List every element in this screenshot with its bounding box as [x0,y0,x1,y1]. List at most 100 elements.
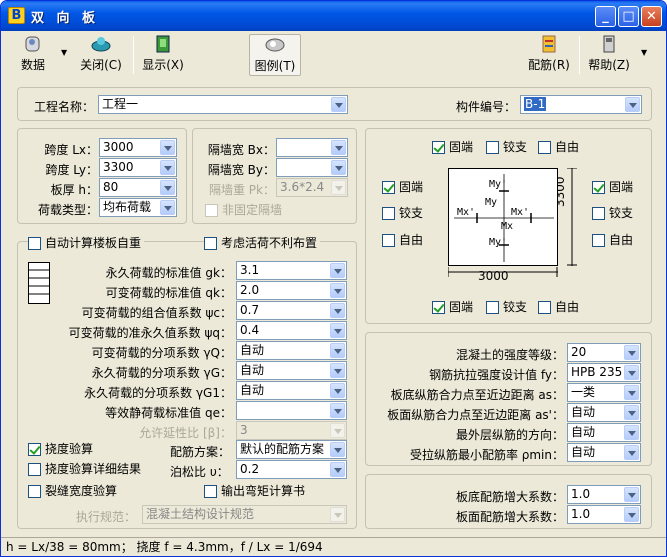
top-free-checkbox[interactable]: 自由 [538,141,579,154]
chevron-down-icon [624,487,639,502]
close-window-button[interactable]: ✕ [641,6,662,27]
slab-diagram: My' My Mx' Mx' Mx My' [448,168,558,266]
bottom-hinged-checkbox[interactable]: 铰支 [486,301,527,314]
top-hinged-checkbox[interactable]: 铰支 [486,141,527,154]
status-bar: h = Lx/38 = 80mm； 挠度 f = 4.3mm，f / Lx = … [1,537,666,556]
by-label: 隔墙宽 By： [207,163,275,177]
ly-combo[interactable]: 3300 [99,158,177,177]
beta-label: 允许延性比 [β]： [139,426,232,440]
my-top-label: My' [489,179,508,190]
chevron-down-icon [160,140,175,155]
materials-panel: 混凝土的强度等级： 20 钢筋抗拉强度设计值 fy： HPB 235 板底纵筋合… [365,332,652,466]
by-combo[interactable] [276,158,348,177]
checkbox-box [486,141,499,154]
toolbar-separator [133,36,134,74]
bottom-free-checkbox[interactable]: 自由 [538,301,579,314]
checkbox-box [486,301,499,314]
poisson-combo[interactable]: 0.2 [236,460,347,479]
main-window: B 双 向 板 _ □ ✕ 数据 ▼ 关闭(C) 显示(X) 图例(T) 配筋(… [0,0,667,557]
right-hinged-checkbox[interactable]: 铰支 [592,207,633,220]
deflection-checkbox[interactable]: 挠度验算 [28,443,93,456]
load-type-combo[interactable]: 均布荷载 [99,198,177,217]
checkbox-box [538,301,551,314]
data-button[interactable]: 数据 [13,34,53,76]
project-name-combo[interactable]: 工程一 [98,95,348,114]
direction-combo[interactable]: 自动 [567,423,641,442]
display-button[interactable]: 显示(X) [139,34,187,76]
right-fixed-checkbox[interactable]: 固端 [592,181,633,194]
minimize-button[interactable]: _ [595,6,616,27]
output-moment-checkbox[interactable]: 输出弯矩计算书 [204,485,305,498]
chevron-down-icon [624,345,639,360]
psic-combo[interactable]: 0.7 [236,301,347,320]
nonfixed-wall-checkbox[interactable]: 非固定隔墙 [205,204,282,217]
window-title: 双 向 板 [31,11,100,26]
checkbox-box [28,485,41,498]
mx-right-label: Mx' [511,207,530,218]
wall-panel: 隔墙宽 Bx： 隔墙宽 By： 隔墙重 Pk： 3.6*2.4 非固定隔墙 [192,128,357,224]
gq-combo[interactable]: 自动 [236,341,347,360]
qe-combo[interactable] [236,401,347,420]
lx-combo[interactable]: 3000 [99,138,177,157]
live-unfavorable-checkbox[interactable]: 考虑活荷不利布置 [204,237,321,250]
fy-combo[interactable]: HPB 235 [567,363,641,382]
crack-checkbox[interactable]: 裂缝宽度验算 [28,485,117,498]
psiq-label: 可变荷载的准永久值系数 ψq： [68,326,232,340]
right-free-checkbox[interactable]: 自由 [592,234,633,247]
help-dropdown-arrow[interactable]: ▼ [641,48,647,57]
chevron-down-icon [624,365,639,380]
gg-combo[interactable]: 自动 [236,361,347,380]
scheme-combo[interactable]: 默认的配筋方案 [236,440,347,459]
rebar-button[interactable]: 配筋(R) [523,34,575,76]
top-fixed-checkbox[interactable]: 固端 [432,141,473,154]
data-dropdown-arrow[interactable]: ▼ [61,48,67,57]
checkbox-box [204,237,217,250]
concrete-combo[interactable]: 20 [567,343,641,362]
left-hinged-checkbox[interactable]: 铰支 [382,207,423,220]
as-combo[interactable]: 一类 [567,383,641,402]
pk-label: 隔墙重 Pk： [208,183,275,197]
bottom-amplify-combo[interactable]: 1.0 [567,485,641,504]
pk-combo[interactable]: 3.6*2.4 [276,178,348,197]
project-name-label: 工程名称： [34,100,95,114]
bx-combo[interactable] [276,138,348,157]
qk-combo[interactable]: 2.0 [236,281,347,300]
gg1-label: 永久荷载的分项系数 γG1： [84,386,232,400]
code-combo[interactable]: 混凝土结构设计规范 [142,505,347,524]
title-bar[interactable]: B 双 向 板 _ □ ✕ [1,1,666,31]
loads-panel: 永久荷载的标准值 gk： 3.1 可变荷载的标准值 qk： 2.0 可变荷载的组… [17,241,357,529]
rho-combo[interactable]: 自动 [567,443,641,462]
chevron-down-icon [330,343,345,358]
help-button[interactable]: 帮助(Z) [587,34,631,76]
top-amplify-combo[interactable]: 1.0 [567,505,641,524]
gg1-combo[interactable]: 自动 [236,381,347,400]
auto-self-weight-checkbox[interactable]: 自动计算楼板自重 [28,237,145,250]
chevron-down-icon [160,200,175,215]
chevron-down-icon [330,363,345,378]
left-fixed-checkbox[interactable]: 固端 [382,181,423,194]
psiq-combo[interactable]: 0.4 [236,321,347,340]
gk-combo[interactable]: 3.1 [236,261,347,280]
legend-button[interactable]: 图例(T) [249,34,301,76]
amplify-panel: 板底配筋增大系数： 1.0 板面配筋增大系数： 1.0 [365,474,652,529]
deflection-detail-checkbox[interactable]: 挠度验算详细结果 [28,463,141,476]
chevron-down-icon [625,97,640,112]
beta-combo[interactable]: 3 [236,421,347,440]
lx-label: 跨度 Lx： [44,143,98,157]
left-free-checkbox[interactable]: 自由 [382,234,423,247]
my-label: My [485,197,498,208]
chevron-down-icon [331,140,346,155]
maximize-button[interactable]: □ [618,6,639,27]
load-type-label: 荷载类型： [37,203,98,217]
checkbox-box [382,181,395,194]
toolbar-separator [579,36,580,74]
close-button[interactable]: 关闭(C) [75,34,127,76]
as2-combo[interactable]: 自动 [567,403,641,422]
checkbox-box [205,204,218,217]
h-combo[interactable]: 80 [99,178,177,197]
member-id-combo[interactable]: B-1 [520,95,642,114]
checkbox-box [538,141,551,154]
bx-label: 隔墙宽 Bx： [207,143,275,157]
bottom-fixed-checkbox[interactable]: 固端 [432,301,473,314]
chevron-down-icon [331,97,346,112]
